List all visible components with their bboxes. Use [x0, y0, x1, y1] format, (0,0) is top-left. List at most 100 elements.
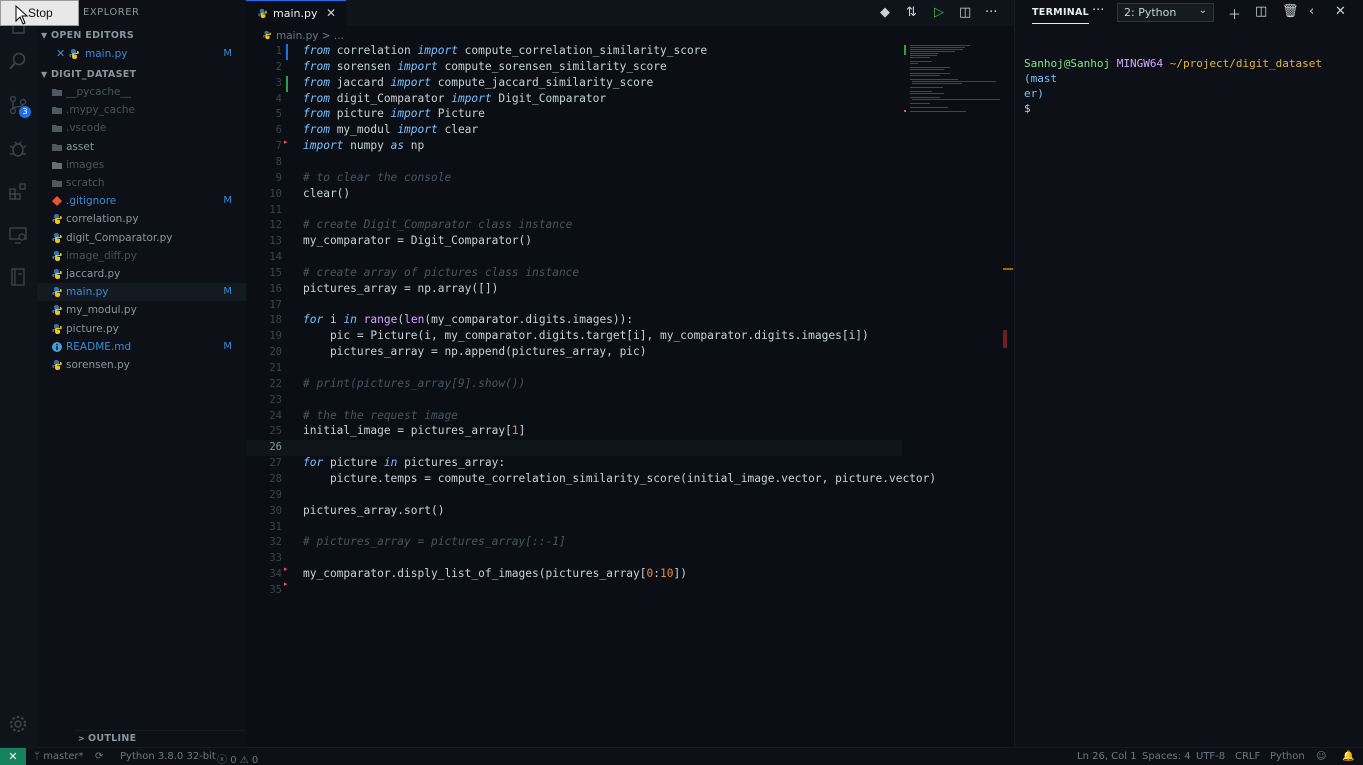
book-icon[interactable] — [7, 266, 29, 288]
extensions-icon[interactable] — [7, 180, 29, 202]
run-icon[interactable]: ▷ — [934, 5, 944, 20]
file-name: digit_Comparator.py — [66, 232, 173, 244]
file-tree-item[interactable]: sorensen.py — [37, 356, 246, 374]
encoding[interactable]: UTF-8 — [1196, 751, 1225, 762]
terminal-output[interactable]: Sanhoj@Sanhoj MINGW64 ~/project/digit_da… — [1024, 56, 1344, 116]
split-terminal-icon[interactable]: ◫ — [1255, 4, 1267, 19]
code-text: for i in range(len(my_comparator.digits.… — [303, 313, 634, 326]
breadcrumb[interactable]: main.py > ... — [262, 30, 344, 42]
remote-indicator-icon[interactable]: ✕ — [0, 748, 26, 765]
python-interpreter[interactable]: Python 3.8.0 32-bit — [120, 751, 216, 762]
language-mode[interactable]: Python — [1270, 751, 1305, 762]
file-tree-item[interactable]: image_diff.py — [37, 247, 246, 265]
add-terminal-icon[interactable]: ＋ — [1228, 4, 1241, 23]
line-number: 10 — [269, 188, 282, 200]
search-icon[interactable] — [7, 50, 29, 72]
code-text: pic = Picture(i, my_comparator.digits.ta… — [303, 329, 869, 342]
file-tree-item[interactable]: .gitignore M — [37, 192, 246, 210]
open-editors-header[interactable]: ▼ OPEN EDITORS — [41, 30, 134, 41]
chevron-down-icon: ⌄ — [1198, 5, 1207, 16]
file-tree-item[interactable]: __pycache__ — [37, 83, 246, 101]
branch-status[interactable]: ᛘ master* — [34, 751, 83, 762]
line-number: 5 — [275, 108, 282, 120]
file-tree-item[interactable]: asset — [37, 138, 246, 156]
line-number: 11 — [269, 204, 282, 216]
file-name: images — [66, 159, 105, 171]
file-tree-item[interactable]: digit_Comparator.py — [37, 229, 246, 247]
file-tree-item[interactable]: my_modul.py — [37, 301, 246, 319]
code-line: 10 clear() — [246, 187, 902, 203]
problems-status[interactable]: ⓧ 0 ⚠ 0 — [217, 751, 258, 765]
minimap[interactable] — [902, 44, 1002, 124]
code-text: # create Digit_Comparator class instance — [303, 218, 573, 231]
stop-recording-button[interactable]: Stop — [0, 0, 79, 26]
file-tree-item[interactable]: picture.py — [37, 320, 246, 338]
debug-icon[interactable] — [7, 137, 29, 159]
indentation[interactable]: Spaces: 4 — [1142, 751, 1191, 762]
compare-changes-icon[interactable]: ⇅ — [906, 5, 917, 20]
cursor-position[interactable]: Ln 26, Col 1 — [1077, 751, 1137, 762]
more-actions-icon[interactable]: ··· — [1092, 3, 1104, 18]
line-number: 29 — [269, 489, 282, 501]
code-line: 27 for picture in pictures_array: — [246, 456, 902, 472]
file-tree-item[interactable]: scratch — [37, 174, 246, 192]
python-icon — [52, 251, 62, 261]
code-line: 25 initial_image = pictures_array[1] — [246, 424, 902, 440]
git-branch-icon: ᛘ — [34, 751, 44, 762]
line-number: 34 — [269, 568, 282, 580]
split-editor-icon[interactable]: ◫ — [959, 5, 971, 20]
line-number: 20 — [269, 346, 282, 358]
trash-icon[interactable]: 🗑 — [1282, 4, 1299, 19]
git-status-badge: M — [223, 286, 232, 297]
line-endings[interactable]: CRLF — [1235, 751, 1260, 762]
file-tree-item[interactable]: .mypy_cache — [37, 101, 246, 119]
code-text: picture.temps = compute_correlation_simi… — [303, 472, 937, 485]
notifications-icon[interactable]: 🔔 — [1342, 751, 1354, 762]
more-actions-icon[interactable]: ··· — [985, 5, 997, 20]
settings-gear-icon[interactable] — [7, 713, 29, 735]
editor-tab-bar: main.py ✕ ◆ ⇅ ▷ ◫ ··· — [246, 0, 1014, 26]
gutter-added-marker — [286, 76, 288, 92]
status-bar: ✕ ᛘ master* ⟳ Python 3.8.0 32-bit ⓧ 0 ⚠ … — [0, 747, 1363, 765]
line-number: 16 — [269, 283, 282, 295]
file-name: __pycache__ — [66, 86, 131, 98]
line-number: 9 — [275, 172, 282, 184]
code-line: 20 pictures_array = np.append(pictures_a… — [246, 345, 902, 361]
terminal-select[interactable]: 2: Python ⌄ — [1117, 3, 1214, 22]
source-control-badge: 3 — [19, 106, 31, 118]
python-icon — [69, 49, 79, 59]
feedback-icon[interactable]: ☺ — [1316, 751, 1326, 762]
project-header[interactable]: ▼ DIGIT_DATASET — [41, 69, 136, 80]
line-number: 21 — [269, 362, 282, 374]
code-text: my_comparator.disply_list_of_images(pict… — [303, 567, 687, 580]
line-number: 32 — [269, 536, 282, 548]
close-icon[interactable]: ✕ — [56, 45, 65, 63]
tab-main-py[interactable]: main.py ✕ — [246, 0, 346, 26]
code-text: # the the request image — [303, 409, 458, 422]
line-number: 8 — [275, 156, 282, 168]
sync-icon[interactable]: ⟳ — [95, 751, 103, 762]
python-icon — [52, 214, 62, 224]
code-line: 7 import numpy as np — [246, 139, 902, 155]
chevron-left-icon[interactable]: ‹ — [1309, 4, 1314, 19]
file-tree-item[interactable]: main.py M — [37, 283, 246, 301]
file-tree-item[interactable]: correlation.py — [37, 210, 246, 228]
remote-explorer-icon[interactable] — [7, 224, 29, 246]
code-line: 14 — [246, 250, 902, 266]
code-text: initial_image = pictures_array[1] — [303, 424, 526, 437]
code-text: clear() — [303, 187, 351, 200]
chevron-down-icon: ▼ — [41, 70, 48, 79]
git-commit-icon[interactable]: ◆ — [880, 5, 890, 20]
file-name: sorensen.py — [66, 359, 130, 371]
file-tree-item[interactable]: images — [37, 156, 246, 174]
file-tree-item[interactable]: .vscode — [37, 119, 246, 137]
python-icon — [52, 269, 62, 279]
terminal-tab[interactable]: TERMINAL — [1032, 7, 1090, 24]
tab-close-icon[interactable]: ✕ — [326, 6, 336, 20]
file-tree-item[interactable]: jaccard.py — [37, 265, 246, 283]
close-panel-icon[interactable]: ✕ — [1335, 4, 1346, 19]
file-tree-item[interactable]: README.md M — [37, 338, 246, 356]
open-editor-item-main[interactable]: ✕ main.py M — [37, 45, 246, 63]
mouse-cursor-icon — [15, 5, 29, 25]
file-name: my_modul.py — [66, 304, 137, 316]
